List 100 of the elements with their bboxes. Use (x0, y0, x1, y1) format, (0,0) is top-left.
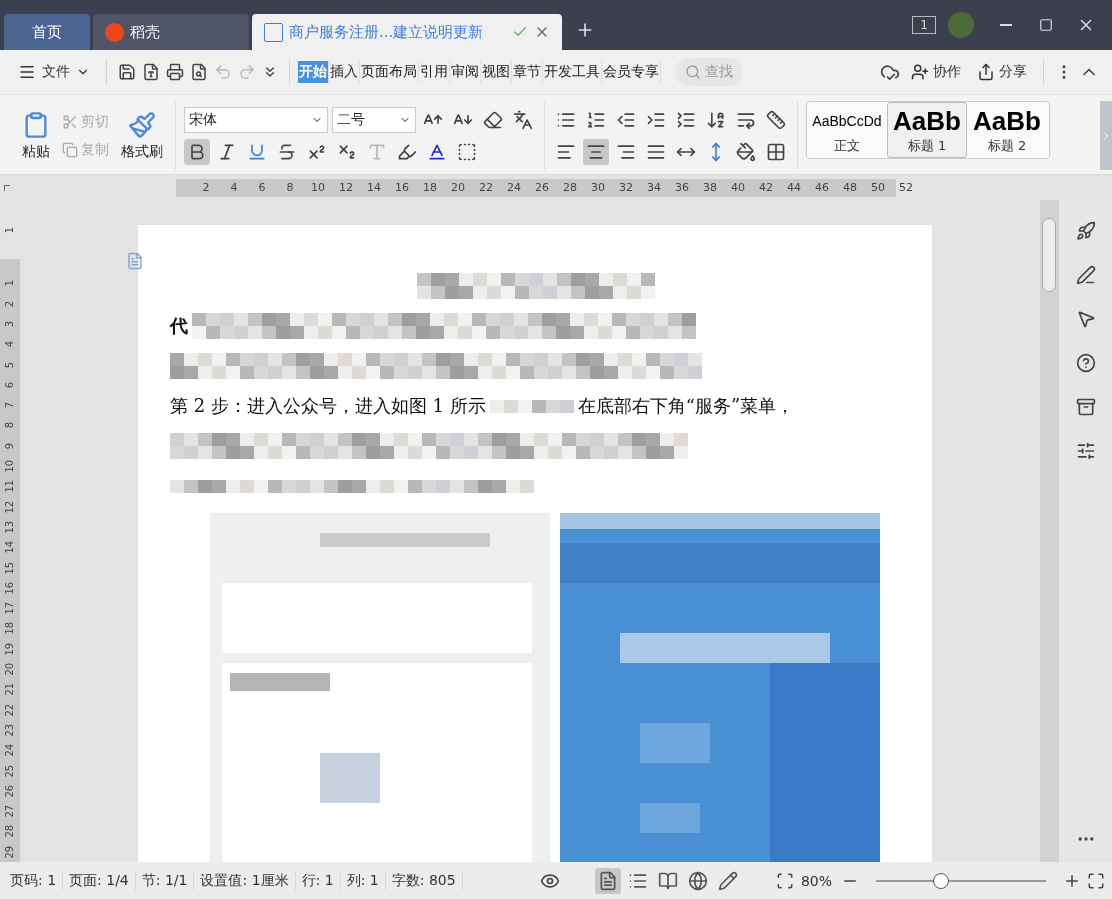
ruler-number: 2 (2, 300, 16, 307)
scissors-icon (62, 113, 78, 130)
zoom-slider-thumb[interactable] (932, 872, 949, 889)
ruler-number: 18 (2, 622, 16, 635)
style-item[interactable]: AaBbCcDd 正文 (807, 102, 887, 158)
zoom-level[interactable]: 80% (800, 872, 832, 889)
ruler-number: 16 (2, 581, 16, 595)
ruler-number: 21 (2, 683, 16, 696)
ruler-number: 40 (730, 181, 746, 194)
bold-icon[interactable] (184, 138, 210, 165)
ribbon-tab[interactable]: 页面布局 (360, 61, 419, 83)
ribbon-tab[interactable]: 会员专享 (602, 61, 661, 83)
ruler-number: 46 (814, 181, 830, 194)
ribbon-tab[interactable]: 视图 (481, 61, 512, 83)
ruler-number: 44 (786, 181, 802, 194)
copy-icon (62, 141, 78, 158)
share-icon (977, 63, 995, 81)
ruler-number: 27 (2, 804, 16, 818)
font-size-field[interactable]: 二号 (332, 106, 416, 133)
status-item: 设置值: 1厘米 (194, 871, 296, 890)
minimize-icon (1000, 24, 1012, 26)
ruler-number: 1 (2, 226, 16, 233)
ruler-number: 7 (2, 402, 16, 409)
ruler-number: 36 (674, 181, 690, 194)
ruler-number: 8 (285, 181, 295, 194)
ruler-number: 22 (2, 703, 16, 717)
ruler-number: 3 (2, 320, 16, 328)
ruler-number: 4 (229, 181, 239, 194)
format-painter-button[interactable]: 格式刷 (117, 110, 167, 161)
ruler-number: 13 (2, 520, 16, 534)
ruler-number: 29 (2, 845, 16, 859)
ribbon-tab[interactable]: 审阅 (450, 61, 481, 83)
document-tab[interactable]: 首页 (4, 14, 90, 50)
ruler-number: 48 (842, 181, 858, 194)
ribbon-tab[interactable]: 插入 (329, 61, 360, 83)
ribbon-tab[interactable]: 引用 (419, 61, 450, 83)
ruler-number: 25 (2, 764, 16, 778)
app-logo-icon (105, 22, 124, 42)
ruler-number: 26 (534, 181, 550, 194)
file-menu-button[interactable]: 文件 (10, 63, 98, 81)
status-item: 行: 1 (295, 871, 341, 890)
ruler-number: 23 (2, 723, 16, 737)
scrollbar[interactable] (1040, 200, 1058, 862)
document-tab[interactable]: 稻壳 (93, 14, 249, 50)
ribbon-tab[interactable]: 章节 (512, 61, 543, 83)
ribbon-tab[interactable]: 开发工具 (543, 61, 602, 83)
ruler-number: 50 (870, 181, 886, 194)
ruler-number: 5 (2, 361, 16, 368)
ruler-number: 26 (2, 784, 16, 798)
ruler-number: 34 (646, 181, 662, 194)
ruler-number: 2 (201, 181, 211, 194)
search-placeholder: 查找 (705, 63, 733, 81)
ruler-number: 4 (2, 341, 16, 348)
document-tab[interactable]: 商户服务注册...建立说明更新 (252, 14, 562, 50)
ruler-number: 20 (450, 181, 466, 194)
ruler-number: 15 (2, 561, 16, 575)
font-field[interactable]: 宋体 (184, 106, 328, 133)
collab-button[interactable]: 协作 (903, 63, 969, 81)
style-item[interactable]: AaBb 标题 1 (887, 102, 967, 158)
ruler-number: 1 (2, 280, 16, 287)
ruler-number: 6 (2, 381, 16, 389)
style-item[interactable]: AaBb 标题 2 (967, 102, 1047, 158)
ruler-number: 8 (2, 422, 16, 429)
ruler-number: 52 (898, 181, 914, 194)
status-item: 页面: 1/4 (63, 871, 136, 890)
ruler-number: 24 (506, 181, 522, 194)
ruler-number: 10 (2, 459, 16, 473)
ruler-number: 9 (2, 442, 16, 450)
menu-icon (18, 63, 36, 81)
ruler-number: 18 (422, 181, 438, 194)
status-item: 页码: 1 (4, 871, 64, 890)
ruler-number: 42 (758, 181, 774, 194)
window-count-icon[interactable]: 1 (912, 16, 936, 34)
add-person-icon (911, 63, 929, 81)
ruler-number: 17 (2, 601, 16, 615)
paste-button[interactable]: 粘贴 (18, 110, 54, 161)
ruler-number: 24 (2, 744, 16, 757)
ruler-number: 32 (618, 181, 634, 194)
status-item: 字数: 805 (385, 871, 463, 890)
ruler-number: 10 (310, 181, 326, 194)
share-button[interactable]: 分享 (969, 63, 1035, 81)
ruler-number: 19 (2, 642, 16, 656)
page-view-icon[interactable] (594, 867, 621, 894)
ruler-number: 28 (562, 181, 578, 194)
search-icon (685, 64, 701, 80)
ruler-number: 6 (257, 181, 267, 194)
ruler-number: 20 (2, 662, 16, 676)
ruler-number: 12 (2, 500, 16, 514)
ruler-number: 12 (338, 181, 354, 194)
ruler-number: 22 (478, 181, 494, 194)
ruler-number: 28 (2, 825, 16, 838)
document-icon (264, 22, 283, 42)
ruler-number: 14 (366, 181, 382, 194)
vertical-ruler[interactable]: 1 2 3 4 5 6 7 8 9 10 11 12 13 14 15 16 17 18 19 20 21 22 23 24 25 26 27 28 29 (0, 259, 20, 862)
ruler-number: 16 (394, 181, 410, 194)
tab-stop-icon[interactable] (4, 184, 10, 191)
brush-icon (128, 110, 156, 139)
ruler-number: 11 (2, 480, 16, 493)
align-center-icon[interactable] (583, 138, 609, 165)
heading-text: 代 (170, 314, 188, 338)
